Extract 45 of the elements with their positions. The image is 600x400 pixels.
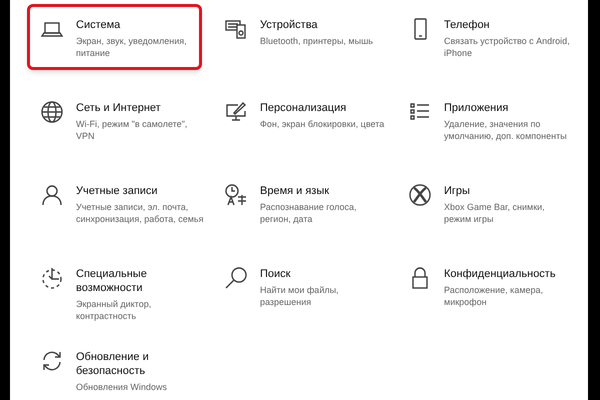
settings-category[interactable]: Время и язык Распознавание голоса, регион, дата	[211, 170, 374, 236]
category-title: Конфиденциальность	[444, 267, 556, 281]
category-title: Время и язык	[260, 184, 330, 198]
clock-letter-icon	[224, 183, 248, 207]
category-description: Расположение, камера, микрофон	[444, 284, 544, 308]
category-title: Устройства	[260, 18, 319, 32]
category-title: Приложения	[444, 101, 510, 115]
category-description: Обновления Windows	[76, 381, 167, 393]
category-title: Сеть и Интернет	[76, 101, 162, 115]
settings-category[interactable]: Учетные записи Учетные записи, эл. почта, синхронизация, работа, семья	[27, 170, 210, 236]
category-title: Персонализация	[260, 101, 348, 115]
category-title: Система	[76, 18, 122, 32]
globe-icon	[40, 100, 64, 124]
search-icon	[224, 266, 248, 290]
category-description: Удаление, значения по умолчанию, доп. компоненты	[444, 118, 567, 142]
category-description: Wi-Fi, режим "в самолете", VPN	[76, 118, 188, 142]
dashed-clock-icon	[40, 266, 64, 290]
settings-category[interactable]: Игры Xbox Game Bar, снимки, режим игры	[395, 170, 558, 236]
settings-category[interactable]: Поиск Найти мои файлы, разрешения	[211, 253, 374, 319]
category-title: Телефон	[444, 18, 491, 32]
category-title: Поиск	[260, 267, 292, 281]
settings-category[interactable]: Сеть и Интернет Wi-Fi, режим "в самолете", VPN	[27, 87, 194, 153]
category-title: Обновление и безопасность	[76, 350, 150, 378]
person-icon	[40, 183, 64, 207]
category-title: Игры	[444, 184, 471, 198]
category-description: Найти мои файлы, разрешения	[260, 284, 339, 308]
settings-category[interactable]: Персонализация Фон, экран блокировки, цвета	[211, 87, 392, 141]
category-description: Учетные записи, эл. почта, синхронизация, работа, семья	[76, 201, 204, 225]
category-description: Xbox Game Bar, снимки, режим игры	[444, 201, 545, 225]
category-description: Bluetooth, принтеры, мышь	[260, 35, 373, 47]
category-description: Распознавание голоса, регион, дата	[260, 201, 357, 225]
settings-category[interactable]: Устройства Bluetooth, принтеры, мышь	[211, 4, 380, 58]
category-description: Экран, звук, уведомления, питание	[76, 35, 187, 59]
category-description: Экранный диктор, контрастность	[76, 298, 152, 322]
settings-category[interactable]: Конфиденциальность Расположение, камера, микрофон	[395, 253, 563, 319]
settings-category[interactable]: Приложения Удаление, значения по умолчанию, доп. компоненты	[395, 87, 574, 153]
category-title: Специальные возможности	[76, 267, 148, 295]
settings-category[interactable]: Телефон Связать устройство с Android, iPhone	[395, 4, 577, 70]
category-description: Фон, экран блокировки, цвета	[260, 118, 384, 130]
settings-category[interactable]: Специальные возможности Экранный диктор, контрастность	[27, 253, 190, 333]
settings-category[interactable]: Система Экран, звук, уведомления, питание	[27, 4, 202, 70]
category-title: Учетные записи	[76, 184, 159, 198]
category-description: Связать устройство с Android, iPhone	[444, 35, 570, 59]
settings-category[interactable]: Обновление и безопасность Обновления Windows	[27, 336, 190, 400]
circle-x-icon	[408, 183, 432, 207]
